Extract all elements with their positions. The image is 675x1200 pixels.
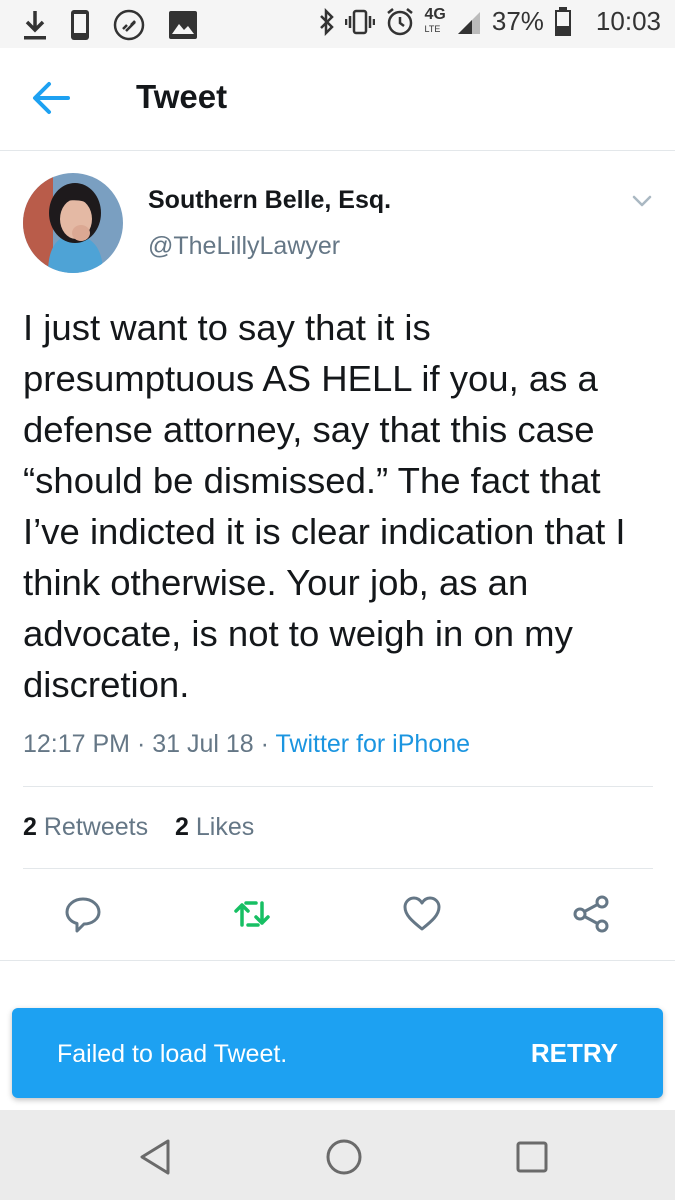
meta-separator: · [136, 730, 146, 758]
phone-icon [71, 10, 89, 40]
section-divider [0, 960, 675, 961]
retweets-label: Retweets [43, 813, 149, 841]
author-handle[interactable]: @TheLillyLawyer [148, 232, 340, 261]
nav-recents-icon[interactable] [510, 1135, 554, 1179]
nav-back-icon[interactable] [134, 1135, 178, 1179]
tweet-source-link[interactable]: Twitter for iPhone [276, 730, 471, 758]
divider [23, 786, 653, 787]
divider [23, 868, 653, 869]
tweet-text: I just want to say that it is presumptuo… [23, 307, 626, 705]
author-display-name[interactable]: Southern Belle, Esq. [148, 186, 391, 215]
status-bar: 4G LTE 37% 10:03 [0, 0, 675, 48]
image-icon [169, 11, 197, 39]
system-nav-bar [0, 1110, 675, 1200]
meta-separator: · [260, 730, 269, 758]
signal-icon [457, 11, 480, 34]
retweet-icon[interactable] [232, 894, 272, 934]
battery-percent: 37% [491, 6, 544, 36]
bluetooth-icon [319, 7, 334, 36]
tweet-time: 12:17 PM [23, 730, 131, 758]
tweet-date: 31 Jul 18 [152, 730, 254, 758]
retry-button[interactable]: RETRY [531, 1038, 618, 1069]
reply-icon[interactable] [63, 894, 103, 934]
avatar[interactable] [23, 173, 123, 273]
page-title: Tweet [136, 78, 228, 115]
likes-count: 2 [175, 813, 189, 841]
tweet-stats: 2 Retweets 2 Likes [23, 813, 274, 842]
tweet-meta: 12:17 PM · 31 Jul 18 · Twitter for iPhon… [23, 730, 470, 759]
alarm-icon [386, 7, 413, 35]
chevron-down-icon[interactable] [630, 192, 654, 210]
error-snackbar: Failed to load Tweet. RETRY [12, 1008, 663, 1098]
app-header: Tweet [0, 48, 675, 151]
network-type: 4G LTE [424, 5, 446, 34]
download-icon [24, 11, 46, 40]
retweets-count: 2 [23, 813, 37, 841]
likes-stat[interactable]: 2 Likes [175, 813, 254, 841]
likes-label: Likes [195, 813, 255, 841]
snackbar-message: Failed to load Tweet. [57, 1040, 288, 1068]
heart-icon[interactable] [402, 894, 442, 934]
back-arrow-icon[interactable] [28, 78, 74, 118]
nav-home-icon[interactable] [322, 1135, 366, 1179]
link-circle-icon [113, 9, 145, 41]
vibrate-icon [344, 9, 375, 34]
battery-icon [554, 6, 571, 36]
retweets-stat[interactable]: 2 Retweets [23, 813, 155, 841]
share-icon[interactable] [571, 894, 611, 934]
clock: 10:03 [595, 6, 661, 36]
